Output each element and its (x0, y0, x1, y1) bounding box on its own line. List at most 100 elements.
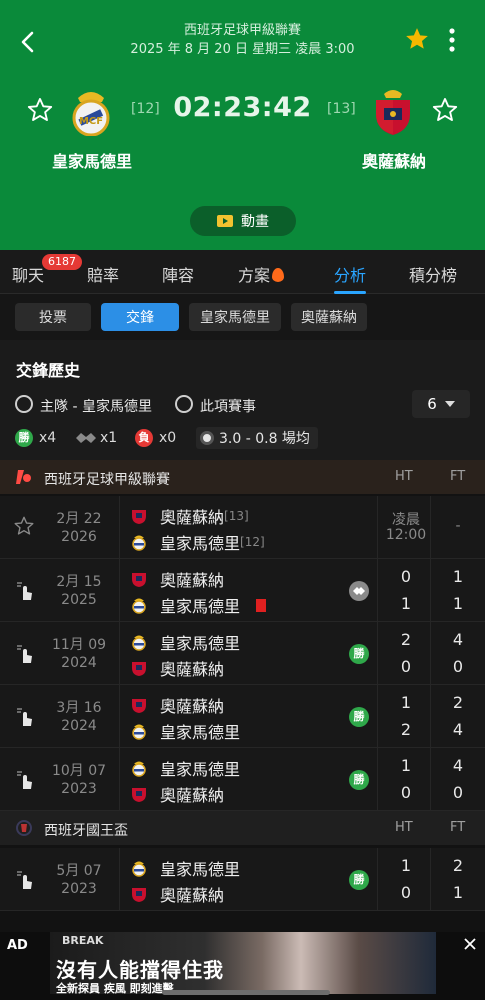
match-year: 2026 (61, 529, 97, 545)
tab-analysis[interactable]: 分析 (334, 262, 366, 286)
laliga-icon (16, 470, 31, 484)
ft-header: FT (450, 820, 466, 835)
match-year: 2024 (61, 718, 97, 734)
home-filter-label[interactable]: 主隊 - 皇家馬德里 (40, 396, 152, 416)
team-name: 奧薩蘇納 (160, 660, 225, 679)
osasuna-mini-icon (130, 696, 148, 714)
match-row[interactable]: 5月 07 2023 皇家馬德里 奧薩蘇納 勝 1 0 2 1 (0, 848, 485, 911)
avg-goals-text: 3.0 - 0.8 場均 (219, 431, 310, 447)
league-name: 西班牙足球甲級聯賽 (44, 472, 170, 488)
win-badge: 勝 (15, 429, 33, 447)
team-top: 奧薩蘇納 (130, 567, 224, 591)
team-name: 皇家馬德里 (160, 534, 241, 553)
home-team-name[interactable]: 皇家馬德里 (40, 148, 144, 172)
ht-bottom: 0 (400, 783, 412, 802)
match-year: 2024 (61, 655, 97, 671)
team-bottom: 皇家馬德里 [12] (130, 530, 265, 554)
follow-star-icon[interactable] (13, 515, 35, 537)
team-bottom: 奧薩蘇納 (130, 782, 224, 806)
osasuna-mini-icon (130, 659, 148, 677)
tap-hand-icon (17, 645, 32, 663)
ft-bottom: 0 (452, 783, 464, 802)
team-rank: [13] (224, 509, 249, 523)
ht-bottom: 2 (400, 720, 412, 739)
match-row[interactable]: 2月 15 2025 奧薩蘇納 皇家馬德里 0 1 1 1 (0, 559, 485, 622)
tap-hand-icon (17, 871, 32, 889)
match-day: 2月 22 (56, 511, 102, 527)
match-header: 西班牙足球甲級聯賽 2025 年 8 月 20 日 星期三 凌晨 3:00 MC… (0, 0, 485, 250)
match-date: 5月 07 2023 (44, 862, 114, 898)
team-name: 奧薩蘇納 (160, 697, 225, 716)
match-row[interactable]: 2月 22 2026 奧薩蘇納 [13] 皇家馬德里 [12] 凌晨 12:00 - (0, 496, 485, 559)
real-madrid-mini-icon (130, 596, 148, 614)
match-count-value: 6 (427, 395, 437, 413)
ht-bottom: 1 (400, 594, 412, 613)
away-team-name[interactable]: 奧薩蘇納 (342, 148, 446, 172)
loss-count: x0 (159, 430, 177, 446)
date-cell: 10月 07 2023 (0, 748, 120, 810)
follow-away-star-icon[interactable] (431, 96, 459, 124)
subtab-vote[interactable]: 投票 (15, 303, 91, 331)
ht-top: 0 (400, 567, 412, 586)
animation-label: 動畫 (241, 214, 269, 230)
ht-bottom: 0 (400, 883, 412, 902)
ht-top: 1 (400, 756, 412, 775)
subtab-h2h[interactable]: 交鋒 (101, 303, 179, 331)
animation-button[interactable]: 動畫 (190, 206, 296, 236)
match-year: 2023 (61, 781, 97, 797)
favorite-star-icon[interactable] (404, 26, 430, 52)
close-icon[interactable] (463, 937, 477, 951)
team-bottom: 奧薩蘇納 (130, 656, 224, 680)
subtab-away-team[interactable]: 奧薩蘇納 (291, 303, 367, 331)
osasuna-mini-icon (130, 885, 148, 903)
ht-top: 2 (400, 630, 412, 649)
ft-top: 4 (452, 756, 464, 775)
competition-filter-label[interactable]: 此項賽事 (200, 396, 256, 416)
team-name: 皇家馬德里 (160, 860, 241, 879)
home-filter-radio[interactable] (15, 395, 33, 413)
ft-top: 2 (452, 856, 464, 875)
ht-top: 1 (400, 693, 412, 712)
football-icon (200, 431, 214, 445)
league-header-laliga: 西班牙足球甲級聯賽 HT FT (0, 460, 485, 494)
team-name: 皇家馬德里 (160, 634, 241, 653)
tab-tips[interactable]: 方案 (238, 262, 285, 286)
date-cell: 3月 16 2024 (0, 685, 120, 747)
team-name: 奧薩蘇納 (160, 786, 225, 805)
red-card-icon (256, 598, 267, 612)
team-name: 皇家馬德里 (160, 597, 241, 616)
chat-count-badge: 6187 (42, 254, 82, 270)
subtab-home-team[interactable]: 皇家馬德里 (189, 303, 281, 331)
tab-chat[interactable]: 聊天 (12, 262, 44, 286)
team-name: 奧薩蘇納 (160, 886, 225, 905)
competition-filter-radio[interactable] (175, 395, 193, 413)
real-madrid-mini-icon (130, 759, 148, 777)
ft-bottom: 4 (452, 720, 464, 739)
ft-bottom: 0 (452, 657, 464, 676)
team-top: 奧薩蘇納 (130, 693, 224, 717)
tab-odds[interactable]: 賠率 (87, 262, 119, 286)
match-row[interactable]: 3月 16 2024 奧薩蘇納 皇家馬德里 勝 1 2 2 4 (0, 685, 485, 748)
tab-lineup[interactable]: 陣容 (162, 262, 194, 286)
ht-bottom: 0 (400, 657, 412, 676)
ad-image[interactable]: BREAK 沒有人能擋得住我 全新探員 疾風 即刻進擊 (50, 932, 436, 995)
real-madrid-mini-icon (130, 533, 148, 551)
win-result-badge: 勝 (349, 770, 369, 790)
match-row[interactable]: 10月 07 2023 皇家馬德里 奧薩蘇納 勝 1 0 4 0 (0, 748, 485, 811)
osasuna-mini-icon (130, 785, 148, 803)
match-date: 10月 07 2023 (44, 762, 114, 798)
h2h-title: 交鋒歷史 (16, 361, 81, 380)
match-day: 3月 16 (56, 700, 102, 716)
team-name: 奧薩蘇納 (160, 571, 225, 590)
tab-standings[interactable]: 積分榜 (409, 262, 457, 286)
match-date: 3月 16 2024 (44, 699, 114, 735)
match-year: 2025 (61, 592, 97, 608)
team-name: 皇家馬德里 (160, 760, 241, 779)
match-row[interactable]: 11月 09 2024 皇家馬德里 奧薩蘇納 勝 2 0 4 0 (0, 622, 485, 685)
match-count-select[interactable]: 6 (412, 390, 470, 418)
team-bottom: 皇家馬德里 (130, 719, 240, 743)
avg-goals: 3.0 - 0.8 場均 (196, 427, 318, 449)
league-header-copa: 西班牙國王盃 HT FT (0, 811, 485, 845)
match-day: 5月 07 (56, 863, 102, 879)
more-menu-icon[interactable] (443, 27, 461, 53)
